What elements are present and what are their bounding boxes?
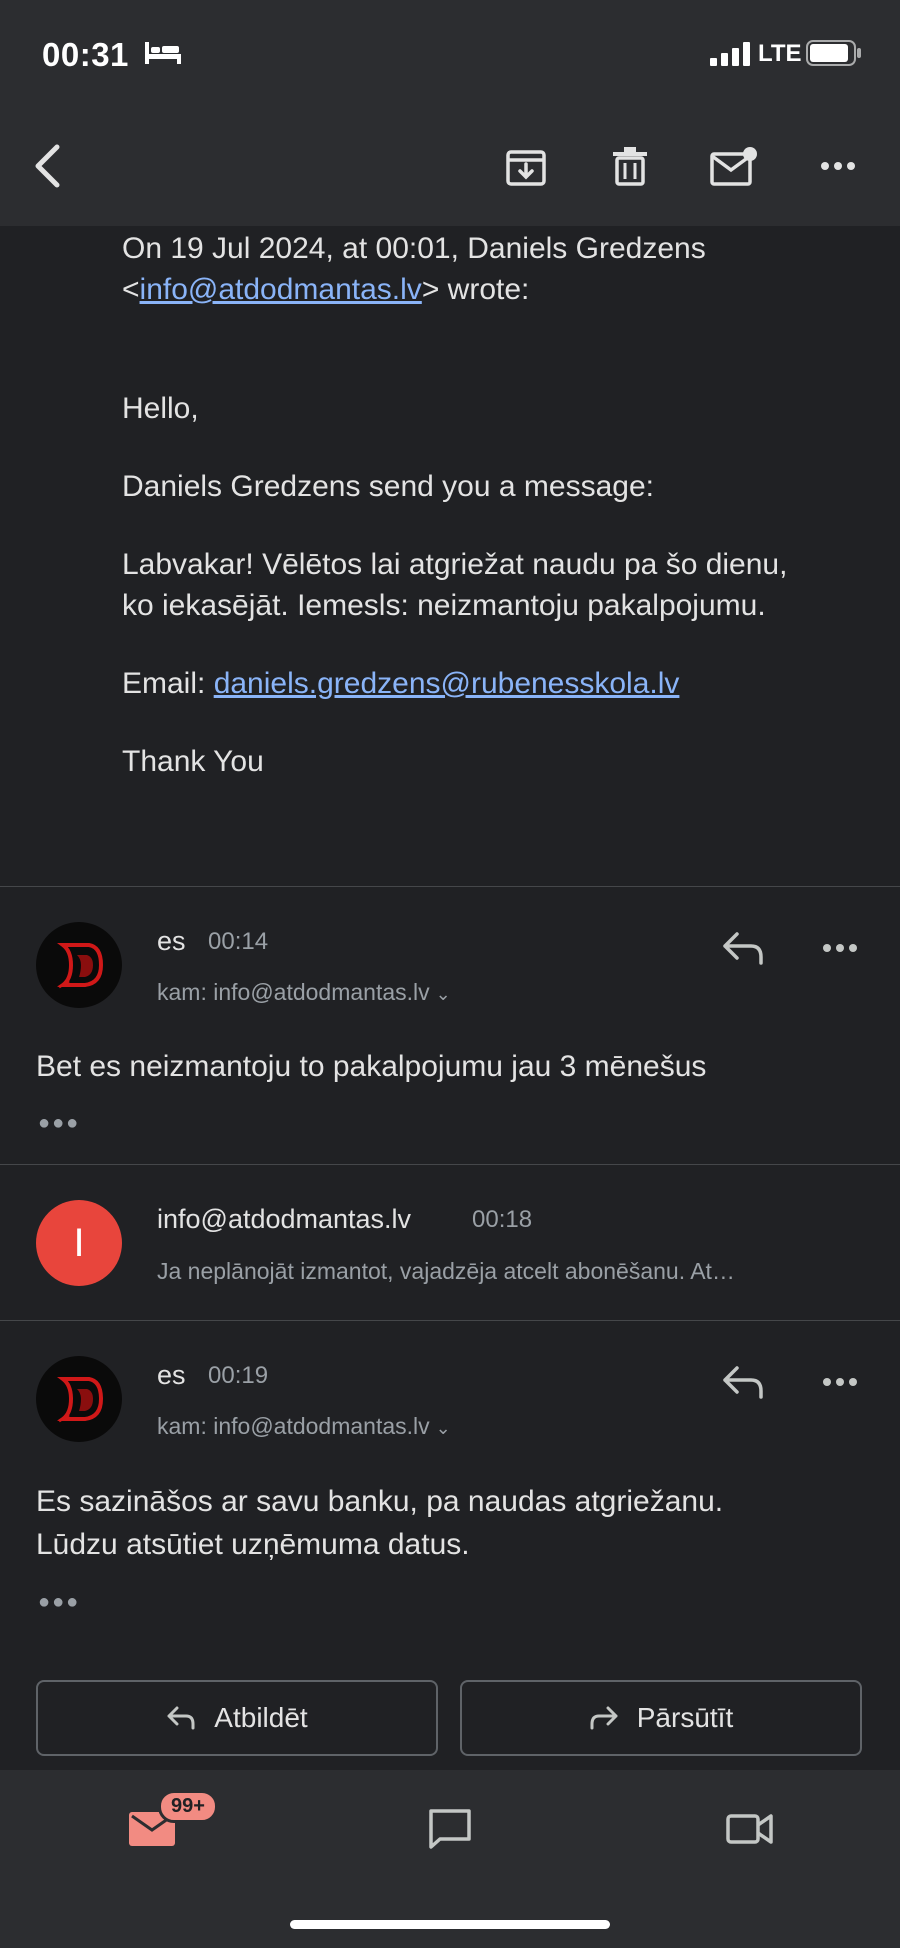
forward-button-label: Pārsūtīt xyxy=(636,1702,734,1733)
signal-icon xyxy=(710,42,750,66)
divider xyxy=(0,1164,900,1165)
chevron-down-icon: ⌄ xyxy=(435,984,451,1004)
message-time: 00:19 xyxy=(208,1362,269,1389)
quoted-email-link[interactable]: daniels.gredzens@rubenesskola.lv xyxy=(214,667,680,700)
quoted-header-suffix: > wrote: xyxy=(421,273,530,306)
top-app-bar: 00:31 LTE xyxy=(0,0,900,226)
reply-icon xyxy=(723,1366,763,1399)
message-snippet[interactable]: Ja neplānojāt izmantot, vajadzēja atcelt… xyxy=(157,1258,857,1285)
message-recipient[interactable]: kam: info@atdodmantas.lv ⌄ xyxy=(157,1413,451,1440)
mark-unread-button[interactable] xyxy=(706,138,762,194)
avatar[interactable] xyxy=(36,1356,122,1442)
reply-button-label: Atbildēt xyxy=(214,1702,308,1733)
back-button[interactable] xyxy=(20,138,76,194)
show-trimmed-content-button[interactable]: ●●● xyxy=(38,1112,80,1135)
devil-logo-icon xyxy=(57,1377,104,1423)
more-icon xyxy=(823,944,857,952)
quoted-closing: Thank You xyxy=(122,745,264,778)
battery-icon xyxy=(806,40,861,66)
archive-icon xyxy=(506,150,546,186)
chevron-down-icon: ⌄ xyxy=(435,1418,451,1438)
mark-unread-icon xyxy=(710,147,757,186)
message-body: Bet es neizmantoju to pakalpojumu jau 3 … xyxy=(36,1050,707,1083)
more-icon xyxy=(823,1378,857,1386)
home-indicator[interactable] xyxy=(290,1920,610,1929)
video-camera-icon xyxy=(726,1814,773,1844)
status-time: 00:31 xyxy=(42,36,129,73)
avatar[interactable]: I xyxy=(36,1200,122,1286)
message-body-line: Es sazināšos ar savu banku, pa naudas at… xyxy=(36,1485,724,1518)
quoted-email-line: Email: daniels.gredzens@rubenesskola.lv xyxy=(122,663,802,704)
reply-button[interactable] xyxy=(715,920,771,976)
reply-icon xyxy=(167,1706,195,1730)
reply-icon xyxy=(723,932,763,965)
message-recipient[interactable]: kam: info@atdodmantas.lv ⌄ xyxy=(157,979,451,1006)
avatar[interactable] xyxy=(36,922,122,1008)
more-icon xyxy=(821,162,855,170)
message-more-button[interactable] xyxy=(812,1354,868,1410)
quoted-message: On 19 Jul 2024, at 00:01, Daniels Gredze… xyxy=(122,228,802,782)
quoted-greeting: Hello, xyxy=(122,392,199,425)
forward-button[interactable]: Pārsūtīt xyxy=(460,1680,862,1756)
message-body: Es sazināšos ar savu banku, pa naudas at… xyxy=(36,1480,866,1566)
recipient-text: kam: info@atdodmantas.lv xyxy=(157,1413,430,1439)
reply-button[interactable] xyxy=(715,1354,771,1410)
quoted-intro: Daniels Gredzens send you a message: xyxy=(122,470,654,503)
nav-chat-tab[interactable] xyxy=(418,1797,482,1861)
recipient-text: kam: info@atdodmantas.lv xyxy=(157,979,430,1005)
divider xyxy=(0,886,900,887)
message-more-button[interactable] xyxy=(812,920,868,976)
unread-count-badge: 99+ xyxy=(158,1790,218,1823)
message-sender: es xyxy=(157,1360,186,1390)
quoted-email-label: Email: xyxy=(122,667,214,700)
quoted-header: On 19 Jul 2024, at 00:01, Daniels Gredze… xyxy=(122,228,802,310)
message-body-line: Lūdzu atsūtiet uzņēmuma datus. xyxy=(36,1528,470,1561)
devil-logo-icon xyxy=(57,943,104,989)
reply-all-button[interactable]: Atbildēt xyxy=(36,1680,438,1756)
message-time: 00:18 xyxy=(472,1206,533,1233)
trash-icon xyxy=(613,147,647,186)
quoted-header-email-link[interactable]: info@atdodmantas.lv xyxy=(140,273,422,306)
archive-button[interactable] xyxy=(498,138,554,194)
message-sender: es xyxy=(157,926,186,956)
delete-button[interactable] xyxy=(602,138,658,194)
chat-icon xyxy=(429,1809,471,1849)
show-trimmed-content-button[interactable]: ●●● xyxy=(38,1591,80,1614)
nav-meet-tab[interactable] xyxy=(718,1797,782,1861)
sleep-mode-icon xyxy=(145,42,181,64)
back-icon xyxy=(35,144,60,188)
message-time: 00:14 xyxy=(208,928,269,955)
divider xyxy=(0,1320,900,1321)
message-sender: info@atdodmantas.lv xyxy=(157,1204,412,1234)
more-options-button[interactable] xyxy=(810,138,866,194)
quoted-body: Labvakar! Vēlētos lai atgriežat naudu pa… xyxy=(122,548,788,622)
forward-icon xyxy=(590,1706,618,1730)
network-type: LTE xyxy=(758,40,802,67)
